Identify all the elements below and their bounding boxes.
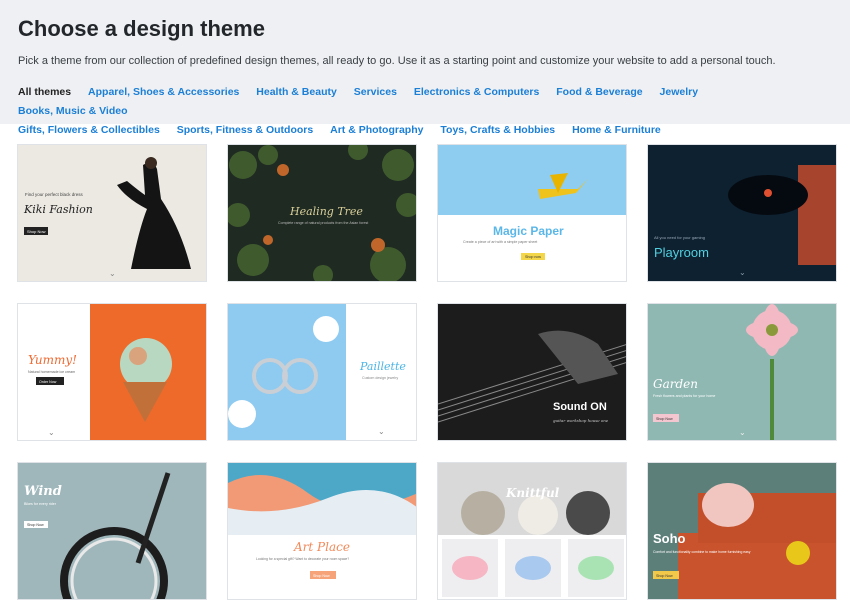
theme-preview-image: Paillette Custom design jewelry ⌄ [228, 304, 416, 440]
page-header: Choose a design theme Pick a theme from … [0, 0, 850, 136]
theme-card-soho[interactable]: Soho Comfort and functionality combine t… [647, 462, 837, 600]
theme-card-yummy[interactable]: Yummy! Natural homemade ice cream Order … [17, 303, 207, 441]
category-food-beverage[interactable]: Food & Beverage [556, 86, 642, 98]
theme-name: Knittful [505, 486, 560, 500]
theme-tagline: Comfort and functionality combine to mak… [653, 550, 751, 554]
theme-name: Art Place [293, 540, 350, 554]
theme-name: Kiki Fashion [23, 203, 93, 216]
theme-card-art-place[interactable]: Art Place Looking for a special gift? Wa… [227, 462, 417, 600]
theme-tagline: Fresh flowers and plants for your home [653, 394, 715, 398]
theme-button: Shop Now [27, 229, 46, 234]
theme-button: Shop Now [656, 574, 673, 578]
theme-tagline: Natural homemade ice cream [28, 370, 75, 374]
theme-preview-image: Healing Tree Complete range of natural p… [228, 145, 416, 281]
theme-tagline: Complete range of natural products from … [278, 221, 368, 225]
chevron-down-icon: ⌄ [739, 268, 746, 277]
chevron-down-icon: ⌄ [378, 427, 385, 436]
page-title: Choose a design theme [18, 16, 265, 41]
theme-name: Garden [653, 377, 698, 391]
theme-card-playroom[interactable]: All you need for your gaming Playroom ⌄ [647, 144, 837, 282]
category-art-photo[interactable]: Art & Photography [330, 124, 423, 136]
theme-name: Sound ON [553, 401, 607, 413]
theme-tagline: Bikes for every rider [24, 502, 57, 506]
theme-name: Healing Tree [289, 205, 363, 218]
theme-preview-image: Knittful [438, 463, 626, 599]
category-toys-crafts[interactable]: Toys, Crafts & Hobbies [440, 124, 555, 136]
category-all-themes[interactable]: All themes [18, 86, 71, 98]
category-electronics[interactable]: Electronics & Computers [414, 86, 539, 98]
category-sports[interactable]: Sports, Fitness & Outdoors [177, 124, 314, 136]
theme-preview-image: Art Place Looking for a special gift? Wa… [228, 463, 416, 599]
theme-preview-image: Find your perfect black dress Kiki Fashi… [18, 145, 206, 281]
theme-card-kiki-fashion[interactable]: Find your perfect black dress Kiki Fashi… [17, 144, 207, 282]
chevron-down-icon: ⌄ [109, 269, 116, 278]
theme-button: Shop Now [27, 523, 44, 527]
page-subtitle: Pick a theme from our collection of pred… [18, 55, 776, 67]
category-apparel[interactable]: Apparel, Shoes & Accessories [88, 86, 239, 98]
theme-name: Magic Paper [493, 224, 564, 238]
theme-name: Paillette [359, 360, 406, 373]
chevron-down-icon: ⌄ [48, 428, 55, 437]
theme-tagline: Create a piece of art with a simple pape… [463, 240, 537, 244]
theme-name: Yummy! [28, 353, 77, 367]
theme-button: Shop Now [656, 417, 673, 421]
theme-tagline: guitar workshop house one [553, 418, 609, 423]
theme-card-garden[interactable]: Garden Fresh flowers and plants for your… [647, 303, 837, 441]
chevron-down-icon: ⌄ [739, 428, 746, 437]
category-jewelry[interactable]: Jewelry [660, 86, 699, 98]
theme-tagline: Custom design jewelry [362, 376, 398, 380]
theme-preview-image: Soho Comfort and functionality combine t… [648, 463, 836, 599]
category-filter: All themes Apparel, Shoes & Accessories … [18, 83, 818, 140]
theme-preview-image: Wind Bikes for every rider Shop Now [18, 463, 206, 599]
category-services[interactable]: Services [354, 86, 397, 98]
category-gifts[interactable]: Gifts, Flowers & Collectibles [18, 124, 160, 136]
theme-card-healing-tree[interactable]: Healing Tree Complete range of natural p… [227, 144, 417, 282]
category-health-beauty[interactable]: Health & Beauty [256, 86, 337, 98]
theme-card-paillette[interactable]: Paillette Custom design jewelry ⌄ [227, 303, 417, 441]
category-home-furniture[interactable]: Home & Furniture [572, 124, 661, 136]
theme-tagline: Find your perfect black dress [25, 192, 84, 197]
category-books-music[interactable]: Books, Music & Video [18, 105, 128, 117]
theme-preview-image: Yummy! Natural homemade ice cream Order … [18, 304, 206, 440]
theme-name: Soho [653, 531, 686, 546]
theme-tagline: Looking for a special gift? Want to deco… [256, 557, 349, 561]
theme-button: Shop Now [313, 574, 330, 578]
theme-preview-image: All you need for your gaming Playroom ⌄ [648, 145, 836, 281]
theme-name: Wind [24, 484, 62, 499]
theme-button: Order Now [39, 380, 57, 384]
theme-tagline: All you need for your gaming [654, 235, 705, 240]
theme-card-magic-paper[interactable]: Magic Paper Create a piece of art with a… [437, 144, 627, 282]
theme-name: Playroom [654, 245, 709, 260]
theme-preview-image: Magic Paper Create a piece of art with a… [438, 145, 626, 281]
theme-card-wind[interactable]: Wind Bikes for every rider Shop Now [17, 462, 207, 600]
theme-card-knittful[interactable]: Knittful [437, 462, 627, 600]
theme-card-sound-on[interactable]: Sound ON guitar workshop house one [437, 303, 627, 441]
theme-preview-image: Sound ON guitar workshop house one [438, 304, 626, 440]
theme-preview-image: Garden Fresh flowers and plants for your… [648, 304, 836, 440]
theme-button: Shop now [525, 255, 541, 259]
